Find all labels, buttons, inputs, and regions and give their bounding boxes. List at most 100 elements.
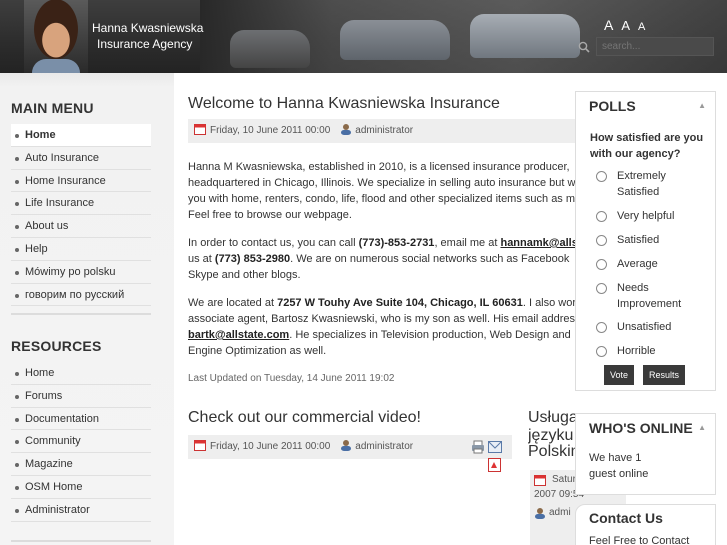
email-icon[interactable]	[488, 441, 502, 453]
associate-email-link[interactable]: bartk@allstate.com	[188, 329, 289, 341]
radio-button[interactable]	[596, 259, 607, 270]
text-line: Engine Optimization as well.	[188, 345, 327, 357]
polish-article-title-line[interactable]: Polskim	[528, 444, 576, 460]
author-icon	[341, 124, 352, 135]
font-increase-button[interactable]: A	[604, 17, 615, 33]
poll-option-label: Satisfied	[617, 234, 660, 246]
resource-item-forums[interactable]: Forums	[11, 385, 151, 408]
resources-menu: Home Forums Documentation Community Maga…	[11, 362, 151, 522]
resources-title: RESOURCES	[11, 338, 102, 354]
contact-title: Contact Us	[589, 510, 663, 526]
video-article-title[interactable]: Check out our commercial video!	[188, 409, 421, 427]
text-fragment: . I also wor	[522, 297, 577, 309]
menu-item-auto-insurance[interactable]: Auto Insurance	[11, 147, 151, 170]
menu-item-help[interactable]: Help	[11, 238, 151, 261]
pdf-icon[interactable]	[488, 458, 501, 472]
font-size-controls: AAA	[604, 17, 653, 33]
radio-button[interactable]	[596, 283, 607, 294]
poll-option-label: Average	[617, 258, 658, 270]
menu-item-home-insurance[interactable]: Home Insurance	[11, 170, 151, 193]
main-menu: Home Auto Insurance Home Insurance Life …	[11, 124, 151, 307]
poll-question: How satisfied are you with our agency?	[590, 132, 704, 160]
radio-button[interactable]	[596, 211, 607, 222]
poll-option-label: Very helpful	[617, 210, 675, 222]
main-menu-title: MAIN MENU	[11, 100, 94, 116]
office-address: 7257 W Touhy Ave Suite 104, Chicago, IL …	[277, 297, 523, 309]
resource-item-administrator[interactable]: Administrator	[11, 499, 151, 522]
whos-online-title: WHO'S ONLINE	[589, 420, 693, 436]
polls-title: POLLS	[589, 98, 636, 114]
menu-item-russian[interactable]: говорим по русский	[11, 284, 151, 307]
author-icon	[535, 508, 545, 519]
online-count-text: We have 1 guest online	[589, 452, 649, 480]
poll-option-label: Needs Improvement	[617, 282, 682, 310]
calendar-icon	[194, 124, 206, 135]
polls-header: POLLS ▲	[576, 92, 715, 120]
resource-item-magazine[interactable]: Magazine	[11, 453, 151, 476]
poll-option-label: Unsatisfied	[617, 321, 672, 333]
video-article-meta: Friday, 10 June 2011 00:00 administrator	[188, 435, 512, 459]
poll-option-label: Horrible	[617, 345, 656, 357]
collapse-arrow-icon[interactable]: ▲	[698, 92, 706, 120]
resource-item-osm-home[interactable]: OSM Home	[11, 476, 151, 499]
whos-online-module: WHO'S ONLINE ▲ We have 1 guest online	[575, 413, 716, 495]
polls-module: POLLS ▲ How satisfied are you with our a…	[575, 91, 716, 391]
menu-item-home[interactable]: Home	[11, 124, 151, 147]
text-fragment: We are located at	[188, 297, 278, 309]
radio-button[interactable]	[596, 235, 607, 246]
site-header: Hanna Kwasniewska Insurance Agency AAA	[0, 0, 727, 73]
polish-article-title-line[interactable]: Usługa	[528, 408, 576, 428]
resource-item-home[interactable]: Home	[11, 362, 151, 385]
resources-divider	[11, 540, 151, 542]
fax-number: (773) 853-2980	[214, 253, 291, 265]
polish-service-article: Usługa języku Polskim	[528, 408, 578, 460]
contact-text: Feel Free to Contact	[589, 535, 690, 545]
resource-item-documentation[interactable]: Documentation	[11, 408, 151, 431]
video-article-author: administrator	[355, 441, 414, 452]
search-input[interactable]	[596, 37, 714, 56]
menu-divider	[11, 313, 151, 315]
whos-online-header: WHO'S ONLINE ▲	[576, 414, 715, 442]
text-line: headquartered in Chicago, Illinois. We s…	[188, 177, 576, 189]
text-line: associate agent, Bartosz Kwasniewski, wh…	[188, 313, 575, 325]
text-line: Skype and other blogs.	[188, 269, 301, 281]
last-updated: Last Updated on Tuesday, 14 June 2011 19…	[188, 373, 395, 384]
agent-portrait	[24, 0, 88, 73]
results-button[interactable]: Results	[643, 365, 685, 385]
article-meta: Friday, 10 June 2011 00:00 administrator	[188, 119, 588, 143]
video-article-date: Friday, 10 June 2011 00:00	[210, 441, 331, 452]
font-reset-button[interactable]: A	[621, 18, 632, 33]
site-brand[interactable]: Hanna Kwasniewska Insurance Agency	[92, 20, 203, 52]
email-link[interactable]: hannamk@alls	[500, 237, 577, 249]
text-fragment: . He specializes in Television productio…	[289, 329, 571, 341]
contact-module: Contact Us Feel Free to Contact	[575, 504, 716, 545]
radio-button[interactable]	[596, 171, 607, 182]
calendar-icon	[534, 475, 546, 486]
menu-item-polish[interactable]: Mówimy po polsku	[11, 261, 151, 284]
radio-button[interactable]	[596, 322, 607, 333]
text-line: Hanna M Kwasniewska, established in 2010…	[188, 161, 570, 173]
text-fragment: , email me at	[434, 237, 501, 249]
vote-button[interactable]: Vote	[604, 365, 634, 385]
resource-item-community[interactable]: Community	[11, 430, 151, 454]
brand-name: Hanna Kwasniewska	[92, 21, 204, 35]
font-decrease-button[interactable]: A	[638, 21, 647, 33]
radio-button[interactable]	[596, 346, 607, 357]
search-icon[interactable]	[578, 41, 590, 53]
article-contact-paragraph: In order to contact us, you can call (77…	[188, 235, 578, 283]
calendar-icon	[194, 440, 206, 451]
print-icon[interactable]	[471, 440, 485, 454]
article-intro-paragraph: Hanna M Kwasniewska, established in 2010…	[188, 159, 578, 223]
menu-item-about-us[interactable]: About us	[11, 215, 151, 238]
article-title[interactable]: Welcome to Hanna Kwasniewska Insurance	[188, 95, 500, 113]
menu-item-life-insurance[interactable]: Life Insurance	[11, 192, 151, 216]
text-line: Feel free to browse our webpage.	[188, 209, 352, 221]
polish-article-title-line[interactable]: języku	[528, 428, 576, 444]
phone-number: (773)-853-2731	[358, 237, 435, 249]
poll-option-label: Extremely Satisfied	[617, 170, 666, 198]
collapse-arrow-icon[interactable]: ▲	[698, 414, 706, 442]
article-date: Friday, 10 June 2011 00:00	[210, 125, 331, 136]
contact-header: Contact Us	[576, 505, 715, 531]
text-fragment: us at	[188, 253, 215, 265]
article-author: administrator	[355, 125, 414, 136]
